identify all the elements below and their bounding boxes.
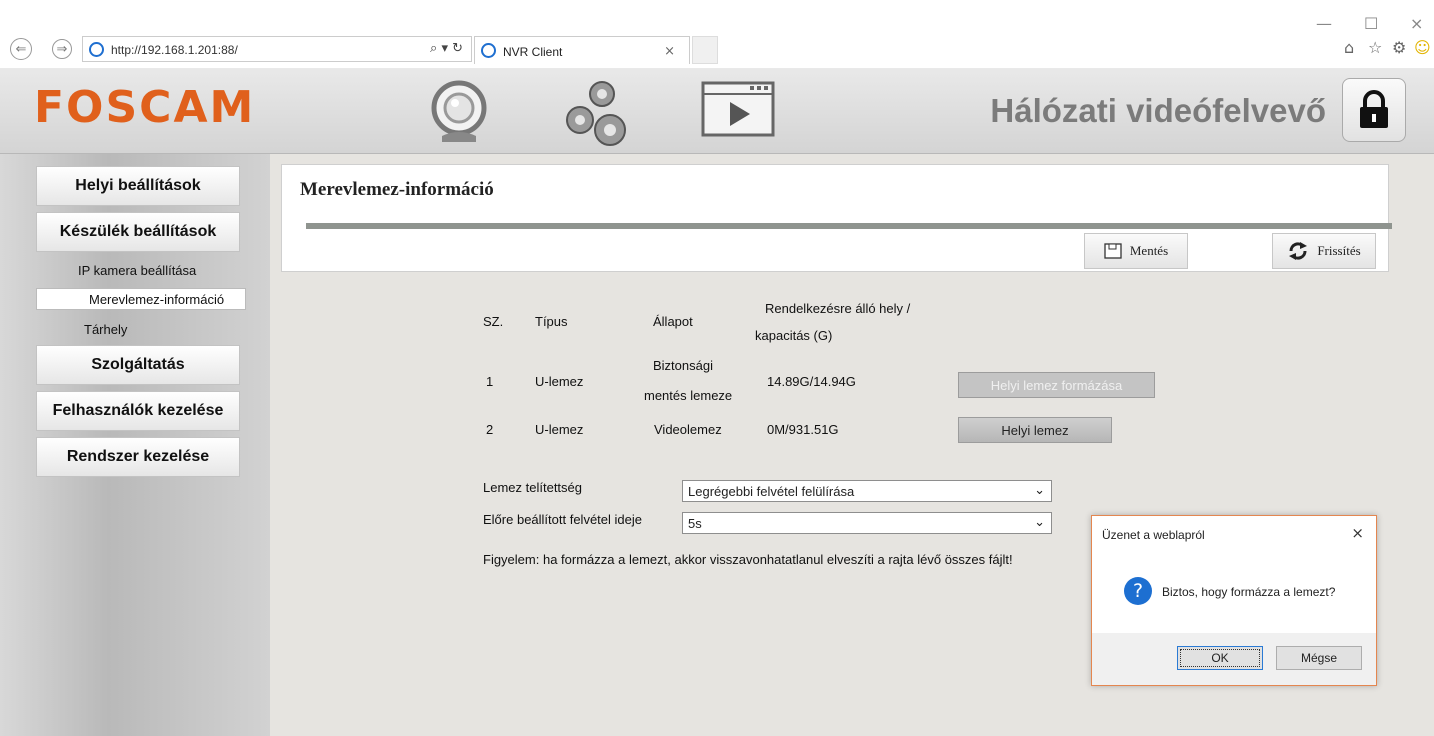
- row1-status-line2: mentés lemeze: [644, 388, 733, 403]
- col-header-no: SZ.: [483, 314, 504, 329]
- col-header-capacity-line1: Rendelkezésre álló hely /: [765, 301, 911, 316]
- row1-capacity: 14.89G/14.94G: [767, 374, 856, 389]
- address-bar[interactable]: http://192.168.1.201:88/ ⌕ ▾ ↻: [82, 36, 472, 62]
- forward-arrow-icon[interactable]: ⇒: [52, 39, 72, 59]
- save-label: Mentés: [1129, 243, 1169, 258]
- back-arrow-icon[interactable]: ⇐: [10, 38, 32, 60]
- refresh-icon: [1289, 242, 1308, 260]
- dialog-close-icon[interactable]: ×: [1351, 524, 1364, 542]
- question-icon: ?: [1124, 577, 1152, 605]
- search-refresh-icons[interactable]: ⌕ ▾ ↻: [430, 41, 463, 56]
- foscam-logo: FOSCAM: [34, 82, 256, 133]
- submenu-storage[interactable]: Tárhely: [36, 318, 246, 340]
- app-header: FOSCAM Hálózati videófelvevő: [0, 68, 1434, 154]
- lock-icon[interactable]: [1342, 78, 1406, 142]
- row2-type: U-lemez: [535, 422, 584, 437]
- minimize-icon[interactable]: —: [1316, 14, 1332, 33]
- address-url[interactable]: http://192.168.1.201:88/: [111, 43, 238, 57]
- tools-gear-icon[interactable]: ⚙: [1392, 38, 1406, 57]
- cancel-button[interactable]: Mégse: [1276, 646, 1362, 670]
- format-local-disk-button-2[interactable]: Helyi lemez: [958, 417, 1112, 443]
- submenu-hdd-info[interactable]: Merevlemez-információ: [36, 288, 246, 310]
- smiley-feedback-icon[interactable]: ☺: [1414, 38, 1431, 57]
- dialog-title: Üzenet a weblapról: [1102, 528, 1205, 542]
- floppy-icon: [1104, 243, 1122, 259]
- confirm-dialog: Üzenet a weblapról × ? Biztos, hogy form…: [1091, 515, 1377, 686]
- refresh-button[interactable]: Frissítés: [1272, 233, 1376, 269]
- app-title: Hálózati videófelvevő: [990, 92, 1326, 129]
- playback-icon[interactable]: [700, 80, 776, 138]
- chevron-down-icon: ⌄: [1034, 483, 1045, 498]
- refresh-label: Frissítés: [1317, 243, 1361, 258]
- sidebar: Helyi beállítások Készülék beállítások I…: [0, 154, 270, 736]
- row2-no: 2: [486, 422, 494, 437]
- menu-service[interactable]: Szolgáltatás: [36, 345, 240, 385]
- disk-full-select[interactable]: Legrégebbi felvétel felülírása ⌄: [682, 480, 1052, 502]
- ok-button[interactable]: OK: [1177, 646, 1263, 670]
- submenu-ip-camera[interactable]: IP kamera beállítása: [36, 259, 246, 281]
- settings-gears-icon[interactable]: [560, 74, 636, 150]
- title-divider: [306, 223, 1392, 229]
- close-window-icon[interactable]: ×: [1410, 14, 1423, 33]
- menu-system-management[interactable]: Rendszer kezelése: [36, 437, 240, 477]
- tab-close-icon[interactable]: ×: [664, 44, 675, 59]
- menu-device-settings[interactable]: Készülék beállítások: [36, 212, 240, 252]
- panel-header: Merevlemez-információ Mentés Frissítés: [281, 164, 1392, 272]
- tab-title: NVR Client: [503, 45, 563, 59]
- favorites-star-icon[interactable]: ☆: [1368, 38, 1382, 57]
- col-header-status: Állapot: [653, 314, 693, 329]
- menu-local-settings[interactable]: Helyi beállítások: [36, 166, 240, 206]
- maximize-icon[interactable]: ☐: [1364, 14, 1378, 33]
- menu-user-management[interactable]: Felhasználók kezelése: [36, 391, 240, 431]
- disk-full-label: Lemez telítettség: [483, 480, 582, 495]
- camera-icon[interactable]: [424, 78, 494, 148]
- row1-status-line1: Biztonsági: [653, 358, 713, 373]
- dialog-message: Biztos, hogy formázza a lemezt?: [1162, 585, 1336, 599]
- prerecord-select[interactable]: 5s ⌄: [682, 512, 1052, 534]
- browser-tab[interactable]: NVR Client ×: [474, 36, 690, 64]
- col-header-type: Típus: [535, 314, 568, 329]
- browser-chrome: — ☐ × ⇐ ⇒ http://192.168.1.201:88/ ⌕ ▾ ↻…: [0, 0, 1434, 68]
- row1-type: U-lemez: [535, 374, 584, 389]
- tab-favicon-icon: [481, 43, 496, 58]
- row1-no: 1: [486, 374, 494, 389]
- format-local-disk-button-1[interactable]: Helyi lemez formázása: [958, 372, 1155, 398]
- format-warning: Figyelem: ha formázza a lemezt, akkor vi…: [483, 552, 1013, 567]
- save-button[interactable]: Mentés: [1084, 233, 1188, 269]
- page-title: Merevlemez-információ: [300, 179, 494, 200]
- ie-favicon-icon: [89, 42, 104, 57]
- prerecord-value: 5s: [688, 515, 702, 531]
- dialog-footer: OK Mégse: [1092, 633, 1376, 685]
- home-icon[interactable]: ⌂: [1344, 38, 1354, 57]
- row2-capacity: 0M/931.51G: [767, 422, 839, 437]
- prerecord-label: Előre beállított felvétel ideje: [483, 512, 642, 527]
- row2-status: Videolemez: [654, 422, 722, 437]
- new-tab-button[interactable]: [692, 36, 718, 64]
- col-header-capacity-line2: kapacitás (G): [755, 328, 833, 343]
- disk-full-value: Legrégebbi felvétel felülírása: [688, 483, 855, 499]
- chevron-down-icon: ⌄: [1034, 515, 1045, 530]
